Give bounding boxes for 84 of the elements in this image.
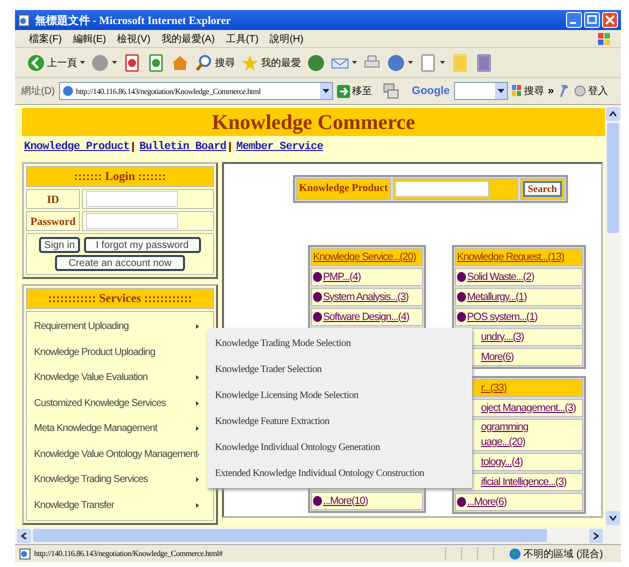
dropdown-caret-icon[interactable] [112, 61, 117, 64]
separator-mark [132, 142, 134, 152]
field-label: ID [26, 189, 80, 209]
dropdown-caret-icon[interactable] [440, 61, 445, 64]
create-account-button[interactable]: Create an account now [55, 255, 185, 271]
page-icon [18, 14, 30, 26]
dropdown-caret-icon[interactable] [408, 61, 413, 64]
menu-item[interactable]: Knowledge Feature Extraction [215, 416, 330, 426]
login-heading: ::::::: Login ::::::: [26, 166, 214, 187]
minimize-button[interactable] [566, 12, 582, 28]
page-icon [62, 85, 74, 97]
scroll-right-icon[interactable] [589, 528, 603, 542]
services-heading: :::::::::::: Services :::::::::::: [26, 288, 214, 309]
service-menu-item[interactable]: Knowledge Product Uploading [34, 346, 156, 358]
arrow-icon [336, 84, 350, 98]
scroll-up-icon[interactable] [606, 107, 620, 121]
google-logo: Google [412, 85, 450, 97]
go-button[interactable]: 移至 [336, 84, 372, 98]
network-icon[interactable] [382, 82, 400, 100]
nav-link[interactable]: Knowledge Product [24, 141, 130, 153]
search-field[interactable] [394, 181, 489, 197]
menu-item[interactable]: Knowledge Trader Selection [215, 364, 322, 374]
search-label: Knowledge Product [296, 178, 391, 200]
service-menu-item[interactable]: Knowledge Trading Services [34, 474, 148, 486]
horizontal-scrollbar[interactable] [15, 527, 621, 544]
star-icon [241, 54, 259, 72]
menu-item[interactable]: Knowledge Trading Mode Selection [215, 338, 351, 348]
page-title: Knowledge Commerce [22, 108, 605, 136]
separator-mark [229, 142, 232, 152]
id-field[interactable] [86, 191, 178, 207]
vertical-scrollbar[interactable] [605, 105, 621, 527]
search-icon [195, 54, 213, 72]
scroll-left-icon[interactable] [17, 528, 31, 542]
menu-item[interactable]: Knowledge Individual Ontology Generation [215, 442, 380, 452]
sign-in-button[interactable]: 登入 [574, 84, 608, 98]
menu-item[interactable]: 說明(H) [270, 32, 304, 46]
service-menu-item[interactable]: Knowledge Value Ontology Management [34, 448, 198, 460]
dropdown-caret-icon[interactable] [494, 83, 507, 99]
toolbar-button[interactable]: 上一頁 [27, 54, 77, 72]
wrench-icon[interactable] [558, 84, 570, 98]
close-button[interactable] [602, 12, 618, 28]
field-label: Password [26, 211, 80, 231]
nav-link[interactable]: Member Service [236, 141, 324, 153]
service-menu-item[interactable]: Requirement Uploading [34, 321, 129, 332]
menu-item[interactable]: Extended Knowledge Individual Ontology Construction [215, 468, 424, 478]
circle-icon [574, 85, 586, 97]
grid-icon [512, 85, 522, 97]
service-menu-item[interactable]: Customized Knowledge Services [34, 398, 166, 409]
menu-item[interactable]: 檢視(V) [117, 32, 150, 46]
sign-in-button[interactable]: Sign in [39, 237, 80, 253]
search-button[interactable]: Search [522, 181, 562, 197]
status-text: http://140.116.86.143/negotiation/Knowledge_Commerce.html# [34, 549, 222, 558]
back-icon [27, 54, 45, 72]
menu-item[interactable]: 編輯(E) [72, 32, 106, 46]
windows-logo-icon [597, 32, 611, 46]
maximize-button[interactable] [584, 12, 600, 28]
service-menu-item[interactable]: Knowledge Transfer [34, 500, 114, 511]
address-label: 網址(D) [21, 84, 55, 98]
password-field[interactable] [86, 213, 178, 229]
menu-item[interactable]: 我的最愛(A) [161, 32, 215, 46]
globe-icon [508, 548, 521, 560]
page-icon [19, 548, 31, 560]
google-search-button[interactable]: 搜尋 [512, 84, 544, 98]
more-button[interactable]: » [548, 85, 554, 97]
menu-item[interactable]: Knowledge Licensing Mode Selection [215, 390, 358, 400]
scrollbar-thumb[interactable] [607, 123, 619, 233]
scroll-down-icon[interactable] [606, 511, 620, 525]
service-menu-item[interactable]: Meta Knowledge Management [34, 423, 158, 434]
category-link[interactable]: r...(33) [481, 382, 507, 394]
google-search-field[interactable] [454, 82, 508, 100]
dropdown-caret-icon[interactable] [352, 61, 357, 64]
home-icon[interactable] [171, 54, 189, 72]
dropdown-caret-icon[interactable] [80, 61, 85, 64]
forgot-password-button[interactable]: I forgot my password [84, 237, 201, 253]
security-zone: 不明的區域 (混合) [524, 548, 603, 560]
toolbar-button[interactable]: 搜尋 [195, 54, 235, 72]
address-field[interactable]: http://140.116.86.143/negotiation/Knowledge_Commerce.html [58, 82, 333, 100]
menu-item[interactable]: 檔案(F) [29, 32, 62, 46]
dropdown-caret-icon[interactable] [320, 83, 332, 99]
nav-link[interactable]: Bulletin Board [139, 141, 226, 153]
toolbar-button[interactable]: 我的最愛 [241, 54, 301, 72]
menu-item[interactable]: 工具(T) [226, 32, 259, 46]
window-title: 無標題文件 - Microsoft Internet Explorer [35, 14, 231, 28]
service-menu-item[interactable]: Knowledge Value Evaluation [34, 372, 148, 384]
